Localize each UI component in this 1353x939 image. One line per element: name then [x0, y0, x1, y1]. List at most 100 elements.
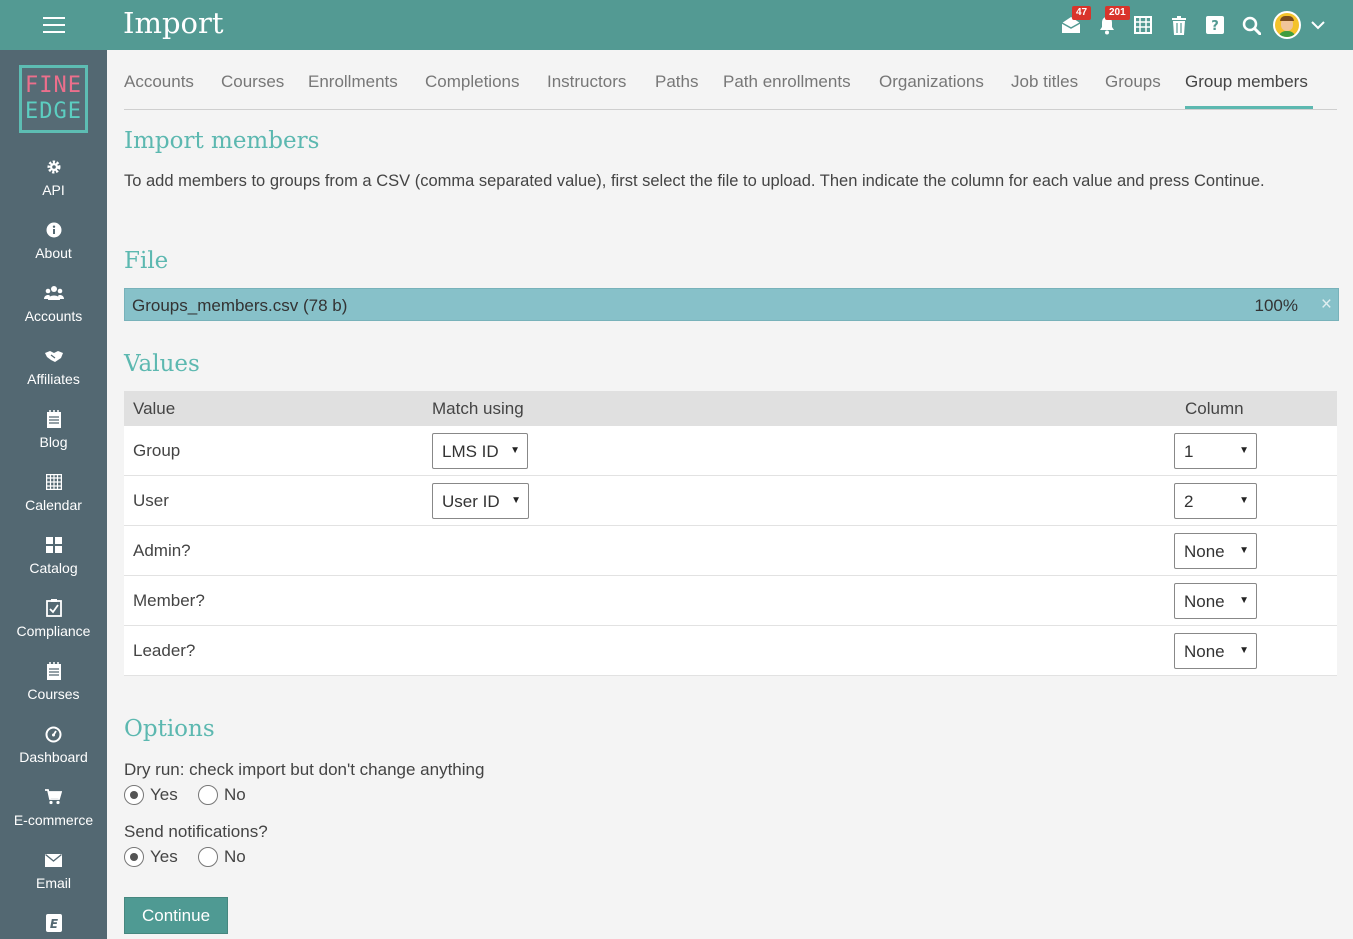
values-heading: Values	[124, 351, 200, 377]
import-description: To add members to groups from a CSV (com…	[124, 172, 1265, 190]
match-using-select[interactable]: User ID ▼	[432, 483, 529, 519]
value-label: Leader?	[133, 641, 196, 660]
help-icon[interactable]: ?	[1197, 0, 1233, 50]
sidebar-item-label: Calendar	[25, 497, 82, 513]
document-e-icon: E	[45, 910, 62, 936]
menu-icon[interactable]	[0, 0, 107, 50]
tab-path-enrollments[interactable]: Path enrollments	[723, 72, 851, 92]
sidebar-item-label: E-commerce	[13, 812, 94, 828]
tab-enrollments[interactable]: Enrollments	[308, 72, 398, 92]
trash-icon[interactable]	[1161, 0, 1197, 50]
checklist-icon	[45, 595, 62, 621]
sidebar-item-accounts[interactable]: Accounts	[0, 280, 107, 342]
header-actions: 47 201 ?	[1053, 0, 1331, 50]
sidebar-item-label: Email	[35, 875, 71, 891]
tab-organizations[interactable]: Organizations	[879, 72, 984, 92]
calendar-grid-icon[interactable]	[1125, 0, 1161, 50]
select-value: 2	[1184, 492, 1194, 511]
radio-label: Yes	[150, 847, 178, 866]
logo-line1: FINE	[25, 73, 82, 98]
notepad-icon	[46, 658, 62, 684]
caret-down-icon: ▼	[1239, 445, 1249, 456]
tab-group-members[interactable]: Group members	[1185, 72, 1308, 92]
sidebar-item-dashboard[interactable]: Dashboard	[0, 721, 107, 783]
caret-down-icon: ▼	[1239, 495, 1249, 506]
radio-unselected-icon	[198, 785, 218, 805]
notepad-icon	[46, 406, 62, 432]
table-row: Leader? None ▼	[124, 626, 1337, 676]
tab-accounts[interactable]: Accounts	[124, 72, 194, 92]
sidebar-item-compliance[interactable]: Compliance	[0, 595, 107, 657]
tab-courses[interactable]: Courses	[221, 72, 284, 92]
sidebar-item-calendar[interactable]: Calendar	[0, 469, 107, 531]
sidebar: FINE EDGE API About Accounts Affiliates …	[0, 50, 107, 939]
column-select[interactable]: None ▼	[1174, 633, 1257, 669]
search-icon[interactable]	[1233, 0, 1269, 50]
info-icon	[46, 217, 62, 243]
dry-run-yes-radio[interactable]: Yes	[124, 785, 178, 805]
options-heading: Options	[124, 716, 215, 742]
tab-instructors[interactable]: Instructors	[547, 72, 626, 92]
logo[interactable]: FINE EDGE	[19, 65, 88, 133]
notifications-no-radio[interactable]: No	[198, 847, 246, 867]
column-header-match-using: Match using	[432, 399, 524, 418]
table-row: Admin? None ▼	[124, 526, 1337, 576]
chevron-down-icon[interactable]	[1305, 0, 1331, 50]
import-members-heading: Import members	[124, 128, 320, 154]
bell-icon[interactable]: 201	[1089, 0, 1130, 50]
envelope-icon	[45, 847, 62, 873]
sidebar-item-label: Affiliates	[27, 371, 80, 387]
sidebar-item-label: Accounts	[24, 308, 83, 324]
values-table: Value Match using Column Group LMS ID ▼ …	[124, 391, 1337, 676]
tab-completions[interactable]: Completions	[425, 72, 520, 92]
radio-label: No	[224, 847, 246, 866]
select-value: None	[1184, 592, 1225, 611]
sidebar-item-label: Compliance	[16, 623, 91, 639]
value-label: Group	[133, 441, 181, 460]
sidebar-item-label: Catalog	[29, 560, 78, 576]
select-value: LMS ID	[442, 442, 499, 461]
avatar[interactable]	[1269, 0, 1305, 50]
radio-selected-icon	[124, 785, 144, 805]
handshake-icon	[44, 343, 64, 369]
notifications-question: Send notifications?	[124, 822, 268, 841]
sidebar-item-affiliates[interactable]: Affiliates	[0, 343, 107, 405]
column-header-value: Value	[133, 399, 176, 418]
dry-run-question: Dry run: check import but don't change a…	[124, 760, 485, 779]
column-select[interactable]: None ▼	[1174, 533, 1257, 569]
radio-unselected-icon	[198, 847, 218, 867]
continue-button[interactable]: Continue	[124, 897, 228, 934]
tab-job-titles[interactable]: Job titles	[1011, 72, 1078, 92]
cart-icon	[45, 784, 62, 810]
svg-text:?: ?	[1211, 19, 1219, 34]
sidebar-item-label: Dashboard	[19, 749, 88, 765]
sidebar-item-catalog[interactable]: Catalog	[0, 532, 107, 594]
sidebar-item-email[interactable]: Email	[0, 847, 107, 909]
sidebar-item-ecommerce[interactable]: E-commerce	[0, 784, 107, 846]
sidebar-item-api[interactable]: API	[0, 154, 107, 216]
tab-groups[interactable]: Groups	[1105, 72, 1161, 92]
column-select[interactable]: 1 ▼	[1174, 433, 1257, 469]
file-heading: File	[124, 248, 169, 274]
close-icon[interactable]: ×	[1321, 294, 1332, 316]
tab-paths[interactable]: Paths	[655, 72, 698, 92]
column-select[interactable]: None ▼	[1174, 583, 1257, 619]
sidebar-item-blog[interactable]: Blog	[0, 406, 107, 468]
radio-selected-icon	[124, 847, 144, 867]
sidebar-item-label: API	[42, 182, 65, 198]
value-label: Member?	[133, 591, 205, 610]
table-row: Member? None ▼	[124, 576, 1337, 626]
tab-bar: Accounts Courses Enrollments Completions…	[124, 50, 1337, 110]
caret-down-icon: ▼	[1239, 595, 1249, 606]
sidebar-item-about[interactable]: About	[0, 217, 107, 279]
match-using-select[interactable]: LMS ID ▼	[432, 433, 528, 469]
sidebar-item-label: Courses	[27, 686, 80, 702]
mail-icon[interactable]: 47	[1053, 0, 1092, 50]
sidebar-item-partial[interactable]: E	[0, 910, 107, 939]
active-tab-indicator	[1185, 106, 1313, 109]
column-select[interactable]: 2 ▼	[1174, 483, 1257, 519]
sidebar-item-courses[interactable]: Courses	[0, 658, 107, 720]
notifications-yes-radio[interactable]: Yes	[124, 847, 178, 867]
dry-run-no-radio[interactable]: No	[198, 785, 246, 805]
column-header-column: Column	[1185, 399, 1244, 418]
